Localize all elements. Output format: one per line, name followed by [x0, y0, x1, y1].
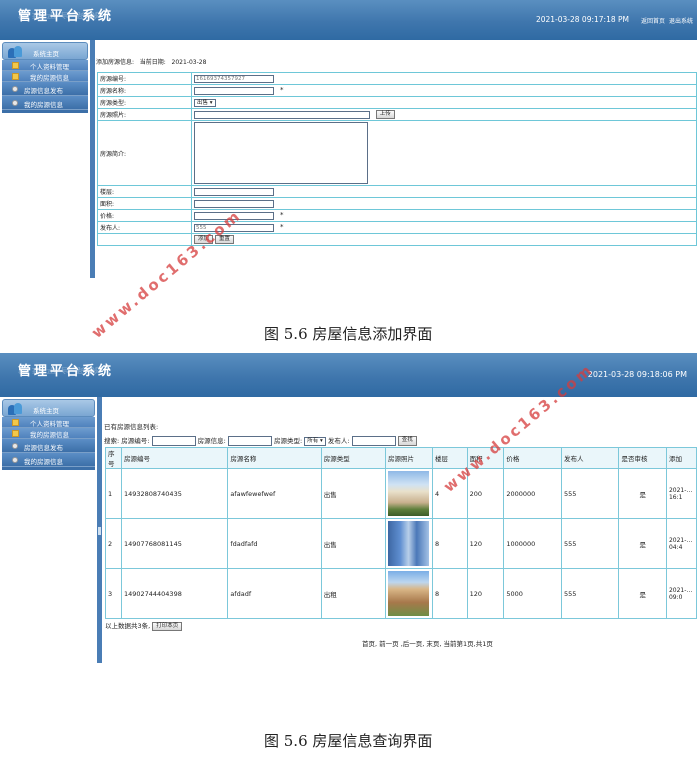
sidebar-item-my-listings[interactable]: 我的房源信息: [2, 71, 88, 82]
screenshot-add-form: 管理平台系统 管理平台系统 2021-03-28 09:17:18 PM 返回首…: [0, 0, 697, 278]
sidebar-item-profile[interactable]: 个人资料管理: [2, 60, 88, 71]
type-select[interactable]: 出售 ▾: [194, 98, 216, 107]
photo-label: 房源照片:: [97, 108, 192, 121]
folder-icon: [12, 62, 19, 69]
form-heading: 添加房源信息: 当前日期: 2021-03-28: [96, 59, 207, 66]
search-info-input[interactable]: [227, 436, 272, 446]
sidebar-home[interactable]: 系统主页: [2, 42, 88, 60]
sidebar-item-my-listings[interactable]: 我的房源信息: [2, 428, 95, 439]
bullet-icon: [12, 86, 18, 92]
add-form-panel: 添加房源信息: 当前日期: 2021-03-28 房源编号: 161693743…: [96, 40, 697, 278]
house-photo[interactable]: [388, 521, 430, 566]
folder-icon: [12, 73, 19, 80]
users-icon: [8, 45, 22, 59]
code-input[interactable]: 16169374357927: [194, 74, 274, 83]
floor-input[interactable]: [194, 187, 274, 196]
code-label: 房源编号:: [97, 72, 192, 85]
sidebar-home-label: 系统主页: [33, 407, 59, 415]
print-button[interactable]: 打印本页: [152, 621, 183, 631]
listing-panel: 已有房源信息列表: 搜索: 房源编号: 房源信息: 房源类型: 所有 ▾ 发布人…: [102, 397, 697, 663]
required-mark: *: [280, 211, 284, 220]
house-photo[interactable]: [388, 471, 430, 516]
header-links: 返回首页 退出系统: [639, 16, 693, 25]
search-publisher-input[interactable]: [351, 436, 396, 446]
sidebar: 系统主页 个人资料管理 我的房源信息 房源信息发布 我的房源信息: [0, 40, 90, 278]
type-label: 房源类型:: [97, 96, 192, 109]
folder-icon: [12, 430, 19, 437]
price-label: 价格:: [97, 209, 192, 222]
logout-link[interactable]: 退出系统: [669, 18, 693, 25]
pagination[interactable]: 首页, 前一页 ,后一页, 末页, 当前第1页,共1页: [362, 638, 493, 648]
search-type-select[interactable]: 所有 ▾: [304, 436, 326, 446]
header-bar: 管理平台系统 管理平台系统 2021-03-28 09:17:18 PM 返回首…: [0, 0, 697, 40]
publisher-label: 发布人:: [97, 221, 192, 234]
floor-label: 楼层:: [97, 185, 192, 198]
sidebar-item-my-listings-2[interactable]: 我的房源信息: [2, 453, 95, 467]
sidebar-footer: [2, 467, 95, 470]
app-title-reflection: 管理平台系统: [18, 11, 102, 19]
house-photo[interactable]: [388, 571, 430, 616]
bullet-icon: [12, 100, 18, 106]
required-mark: *: [280, 86, 284, 95]
table-row[interactable]: 1 14932808740435 afawfewefwef 出售 4 200 2…: [105, 468, 697, 519]
home-link[interactable]: 返回首页: [641, 18, 665, 25]
intro-textarea[interactable]: [194, 122, 368, 184]
list-heading: 已有房源信息列表:: [104, 423, 159, 431]
sidebar-home[interactable]: 系统主页: [2, 399, 95, 417]
listing-table: 序号 房源编号 房源名称 房源类型 房源照片 楼层 面积 价格 发布人 是否审核…: [105, 447, 697, 619]
search-bar: 搜索: 房源编号: 房源信息: 房源类型: 所有 ▾ 发布人: 查找: [104, 435, 417, 446]
users-icon: [8, 402, 22, 416]
table-header: 序号 房源编号 房源名称 房源类型 房源照片 楼层 面积 价格 发布人 是否审核…: [105, 447, 697, 469]
sidebar-item-publish[interactable]: 房源信息发布: [2, 82, 88, 96]
table-row[interactable]: 3 14902744404398 afdadf 出租 8 120 5000 55…: [105, 568, 697, 619]
bullet-icon: [12, 457, 18, 463]
sidebar-splitter[interactable]: [90, 40, 95, 278]
add-form-table: 房源编号: 16169374357927 房源名称: * 房源类型: 出售 ▾ …: [97, 72, 697, 246]
photo-input[interactable]: [194, 110, 370, 119]
app-title-reflection: 管理平台系统: [18, 366, 102, 374]
header-datetime: 2021-03-28 09:17:18 PM: [535, 15, 629, 24]
intro-label: 房源简介:: [97, 120, 192, 186]
sidebar-footer: [2, 110, 88, 113]
upload-button[interactable]: 上传: [375, 110, 395, 119]
current-date: 2021-03-28: [171, 59, 207, 66]
required-mark: *: [280, 223, 284, 232]
search-button[interactable]: 查找: [397, 436, 417, 446]
figure-caption-query: 图 5.6 房屋信息查询界面: [264, 732, 433, 750]
sidebar: 系统主页 个人资料管理 我的房源信息 房源信息发布 我的房源信息: [0, 397, 97, 663]
total-count: 以上数据共3条, 打印本页: [105, 620, 183, 631]
search-code-input[interactable]: [151, 436, 196, 446]
area-label: 面积:: [97, 197, 192, 210]
sidebar-item-profile[interactable]: 个人资料管理: [2, 417, 95, 428]
figure-caption-add: 图 5.6 房屋信息添加界面: [264, 325, 433, 343]
sidebar-home-label: 系统主页: [33, 50, 59, 58]
name-input[interactable]: [194, 86, 274, 95]
bullet-icon: [12, 443, 18, 449]
sidebar-item-publish[interactable]: 房源信息发布: [2, 439, 95, 453]
table-row[interactable]: 2 14907768081145 fdadfafd 出售 8 120 10000…: [105, 518, 697, 569]
screenshot-query-list: 管理平台系统 管理平台系统 2021-03-28 09:18:06 PM 系统主…: [0, 353, 697, 663]
folder-icon: [12, 419, 19, 426]
header-datetime: 2021-03-28 09:18:06 PM: [587, 370, 687, 379]
sidebar-item-my-listings-2[interactable]: 我的房源信息: [2, 96, 88, 110]
name-label: 房源名称:: [97, 84, 192, 97]
